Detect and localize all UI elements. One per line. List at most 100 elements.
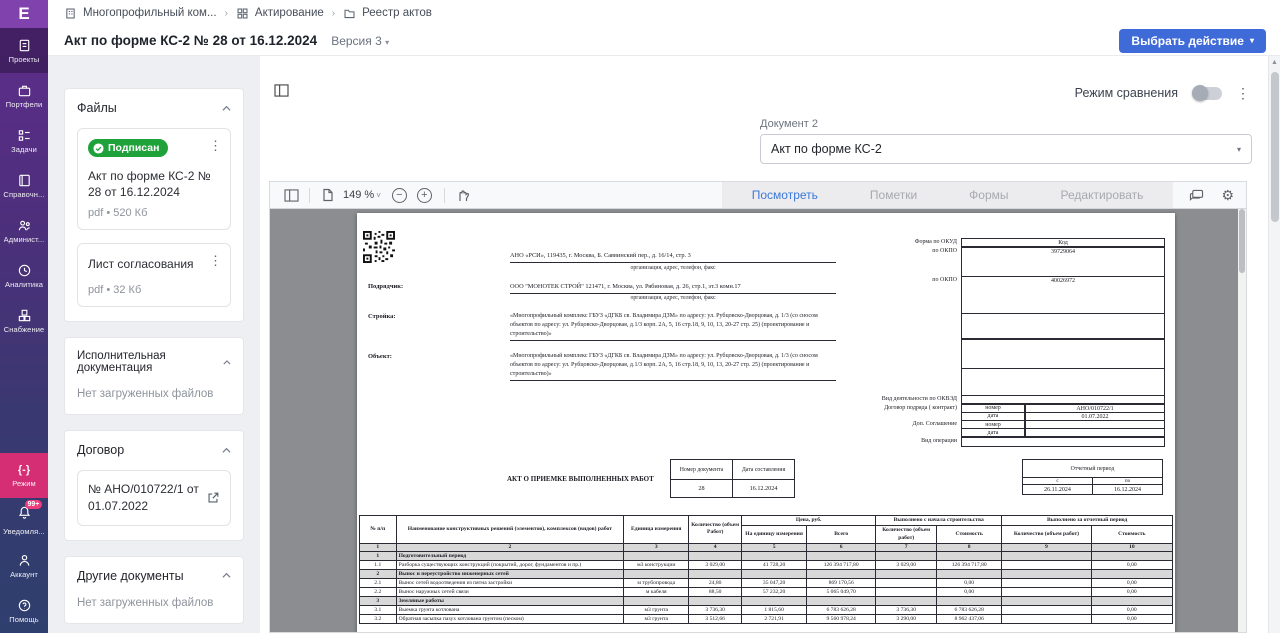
pdf-canvas-area[interactable]: АНО «РСИ», 119435, г. Москва, Б. Саввинс…: [270, 209, 1246, 632]
code-row: [829, 338, 1165, 369]
hand-tool-icon[interactable]: [452, 184, 474, 206]
tasks-icon: [18, 129, 30, 141]
works-section-row: 2 Вынос и переустройство инженерных сетей: [359, 568, 1174, 579]
pdf-scrollbar[interactable]: [1238, 209, 1246, 632]
scrollbar-thumb[interactable]: [1271, 72, 1279, 222]
file-item-act[interactable]: Подписан ⋮ Акт по форме КС-2 № 28 от 16.…: [77, 128, 231, 230]
breadcrumb-separator: ›: [224, 7, 228, 19]
code-row: [829, 313, 1165, 340]
column-number: 6: [806, 542, 877, 552]
briefcase-icon: [18, 85, 30, 96]
contractor-value: ООО "МОНОТЕК СТРОЙ" 121471, г. Москва, у…: [510, 282, 836, 294]
chevron-down-icon: ▾: [1249, 36, 1254, 45]
more-options-icon[interactable]: ⋮: [1236, 86, 1250, 100]
sidebar-item-projects[interactable]: Проекты: [0, 28, 48, 73]
breadcrumb-item-project[interactable]: Многопрофильный ком...: [64, 7, 217, 20]
investor-line: АНО «РСИ», 119435, г. Москва, Б. Саввинс…: [510, 251, 836, 264]
sidebar: E Проекты Портфели Задачи Справочн... Ад…: [0, 0, 48, 633]
sidebar-item-supply[interactable]: Снабжение: [0, 298, 48, 343]
boxes-icon: [18, 309, 30, 321]
sidebar-item-analytics[interactable]: Аналитика: [0, 253, 48, 298]
tab-forms[interactable]: Формы: [969, 188, 1008, 202]
sidebar-item-mode[interactable]: {-} Режим: [0, 453, 48, 498]
file-meta: pdf • 32 Кб: [88, 284, 142, 297]
sidebar-item-help[interactable]: Помощь: [0, 588, 48, 633]
gear-icon[interactable]: ⚙: [1221, 188, 1234, 202]
works-row: 2.1 Вынос сетей водоотведения из пятна за…: [359, 577, 1174, 588]
sidebar-item-label: Аналитика: [4, 279, 44, 289]
stroika-label: Стройка:: [368, 313, 396, 321]
document2-value: Акт по форме КС-2: [771, 142, 882, 156]
compare-mode-toggle[interactable]: [1192, 85, 1222, 101]
document-view-panel: Режим сравнения ⋮ Документ 2 Акт по форм…: [260, 56, 1280, 633]
sidebar-item-account[interactable]: Аккаунт: [0, 543, 48, 588]
tab-annotations[interactable]: Пометки: [870, 188, 917, 202]
collapse-icon[interactable]: [222, 571, 231, 580]
collapse-icon[interactable]: [222, 446, 231, 455]
contractor-label: Подрядчик:: [368, 282, 404, 290]
pdf-viewer: 149 % ˅ − + Посмотреть Пометки Формы Ред…: [269, 181, 1247, 633]
page-scrollbar[interactable]: ▲: [1268, 56, 1280, 633]
object-value: «Многопрофильный комплекс ГБУЗ «ДГКБ св.…: [510, 352, 836, 382]
status-badge: Подписан: [88, 139, 169, 157]
column-number: 3: [623, 542, 690, 552]
pdf-toolbar: 149 % ˅ − + Посмотреть Пометки Формы Ред…: [270, 182, 1246, 209]
code-row: по ОКПО 40026972: [829, 275, 1165, 314]
file-menu-icon[interactable]: ⋮: [209, 254, 222, 267]
viewer-sidebar-toggle-icon[interactable]: [280, 184, 302, 206]
collapse-icon[interactable]: [223, 358, 231, 367]
zoom-out-button[interactable]: −: [391, 187, 407, 203]
zoom-level[interactable]: 149 %: [343, 189, 374, 201]
breadcrumb-item-acting[interactable]: Актирование: [236, 7, 324, 20]
code-row: по ОКПО 39729064: [829, 246, 1165, 277]
tab-view[interactable]: Посмотреть: [752, 188, 818, 202]
scroll-up-arrow[interactable]: ▲: [1269, 56, 1280, 66]
tab-edit[interactable]: Редактировать: [1061, 188, 1144, 202]
other-docs-card: Другие документы Нет загруженных файлов: [64, 555, 244, 624]
version-dropdown[interactable]: Версия 3 ▾: [331, 34, 389, 48]
works-table: № п/п Наименование конструктивных решени…: [359, 514, 1174, 624]
comments-icon[interactable]: [1185, 184, 1207, 206]
contract-title: Договор: [77, 443, 125, 458]
zoom-in-button[interactable]: +: [416, 187, 432, 203]
viewer-tabs: Посмотреть Пометки Формы Редактировать: [721, 182, 1174, 208]
file-name: Акт по форме КС-2 № 28 от 16.12.2024: [88, 168, 211, 199]
breadcrumb-label: Многопрофильный ком...: [83, 7, 217, 19]
sidebar-item-portfolios[interactable]: Портфели: [0, 73, 48, 118]
chevron-down-icon: ˅: [376, 190, 381, 200]
column-number: 2: [395, 542, 625, 552]
mode-icon: {-}: [17, 463, 31, 476]
clock-icon: [18, 264, 30, 276]
column-number: 10: [1090, 542, 1174, 552]
sidebar-item-reference[interactable]: Справочн...: [0, 163, 48, 208]
contract-link[interactable]: № АНО/010722/1 от 01.07.2022: [77, 470, 231, 526]
app-logo[interactable]: E: [0, 0, 48, 28]
collapse-icon[interactable]: [222, 104, 231, 113]
sidebar-item-label: Помощь: [9, 614, 39, 624]
column-number: 9: [1001, 542, 1092, 552]
choose-action-button[interactable]: Выбрать действие ▾: [1119, 28, 1266, 53]
org-caption: организация, адрес, телефон, факс: [630, 264, 716, 271]
org-caption: организация, адрес, телефон, факс: [630, 295, 716, 302]
sidebar-item-label: Уведомля...: [3, 527, 45, 536]
pdf-page: АНО «РСИ», 119435, г. Москва, Б. Саввинс…: [357, 213, 1175, 632]
contract-card: Договор № АНО/010722/1 от 01.07.2022: [64, 430, 244, 541]
sidebar-item-notifications[interactable]: 99+ Уведомля...: [0, 498, 48, 543]
breadcrumb-item-registry[interactable]: Реестр актов: [343, 7, 432, 20]
works-row: 1.1 Разборка существующих конструкций (по…: [359, 559, 1174, 570]
file-menu-icon[interactable]: ⋮: [209, 139, 222, 152]
file-item-approval-sheet[interactable]: ⋮ Лист согласования pdf • 32 Кб: [77, 242, 231, 308]
sidebar-item-admin[interactable]: Админист...: [0, 208, 48, 253]
sidebar-item-label: Аккаунт: [10, 569, 38, 579]
object-label: Объект:: [368, 353, 392, 361]
exec-docs-title: Исполнительная документация: [77, 350, 166, 375]
sidebar-item-tasks[interactable]: Задачи: [0, 118, 48, 163]
panel-toggle-icon[interactable]: [274, 84, 289, 97]
book-icon: [18, 174, 30, 186]
column-number: 8: [936, 542, 1003, 552]
page-fit-icon[interactable]: [317, 184, 339, 206]
document2-select[interactable]: Акт по форме КС-2 ▾: [760, 134, 1252, 164]
grid-icon: [237, 8, 248, 18]
report-period-table: Отчетный период с по 26.11.2024 16.12.2024: [1022, 459, 1163, 495]
